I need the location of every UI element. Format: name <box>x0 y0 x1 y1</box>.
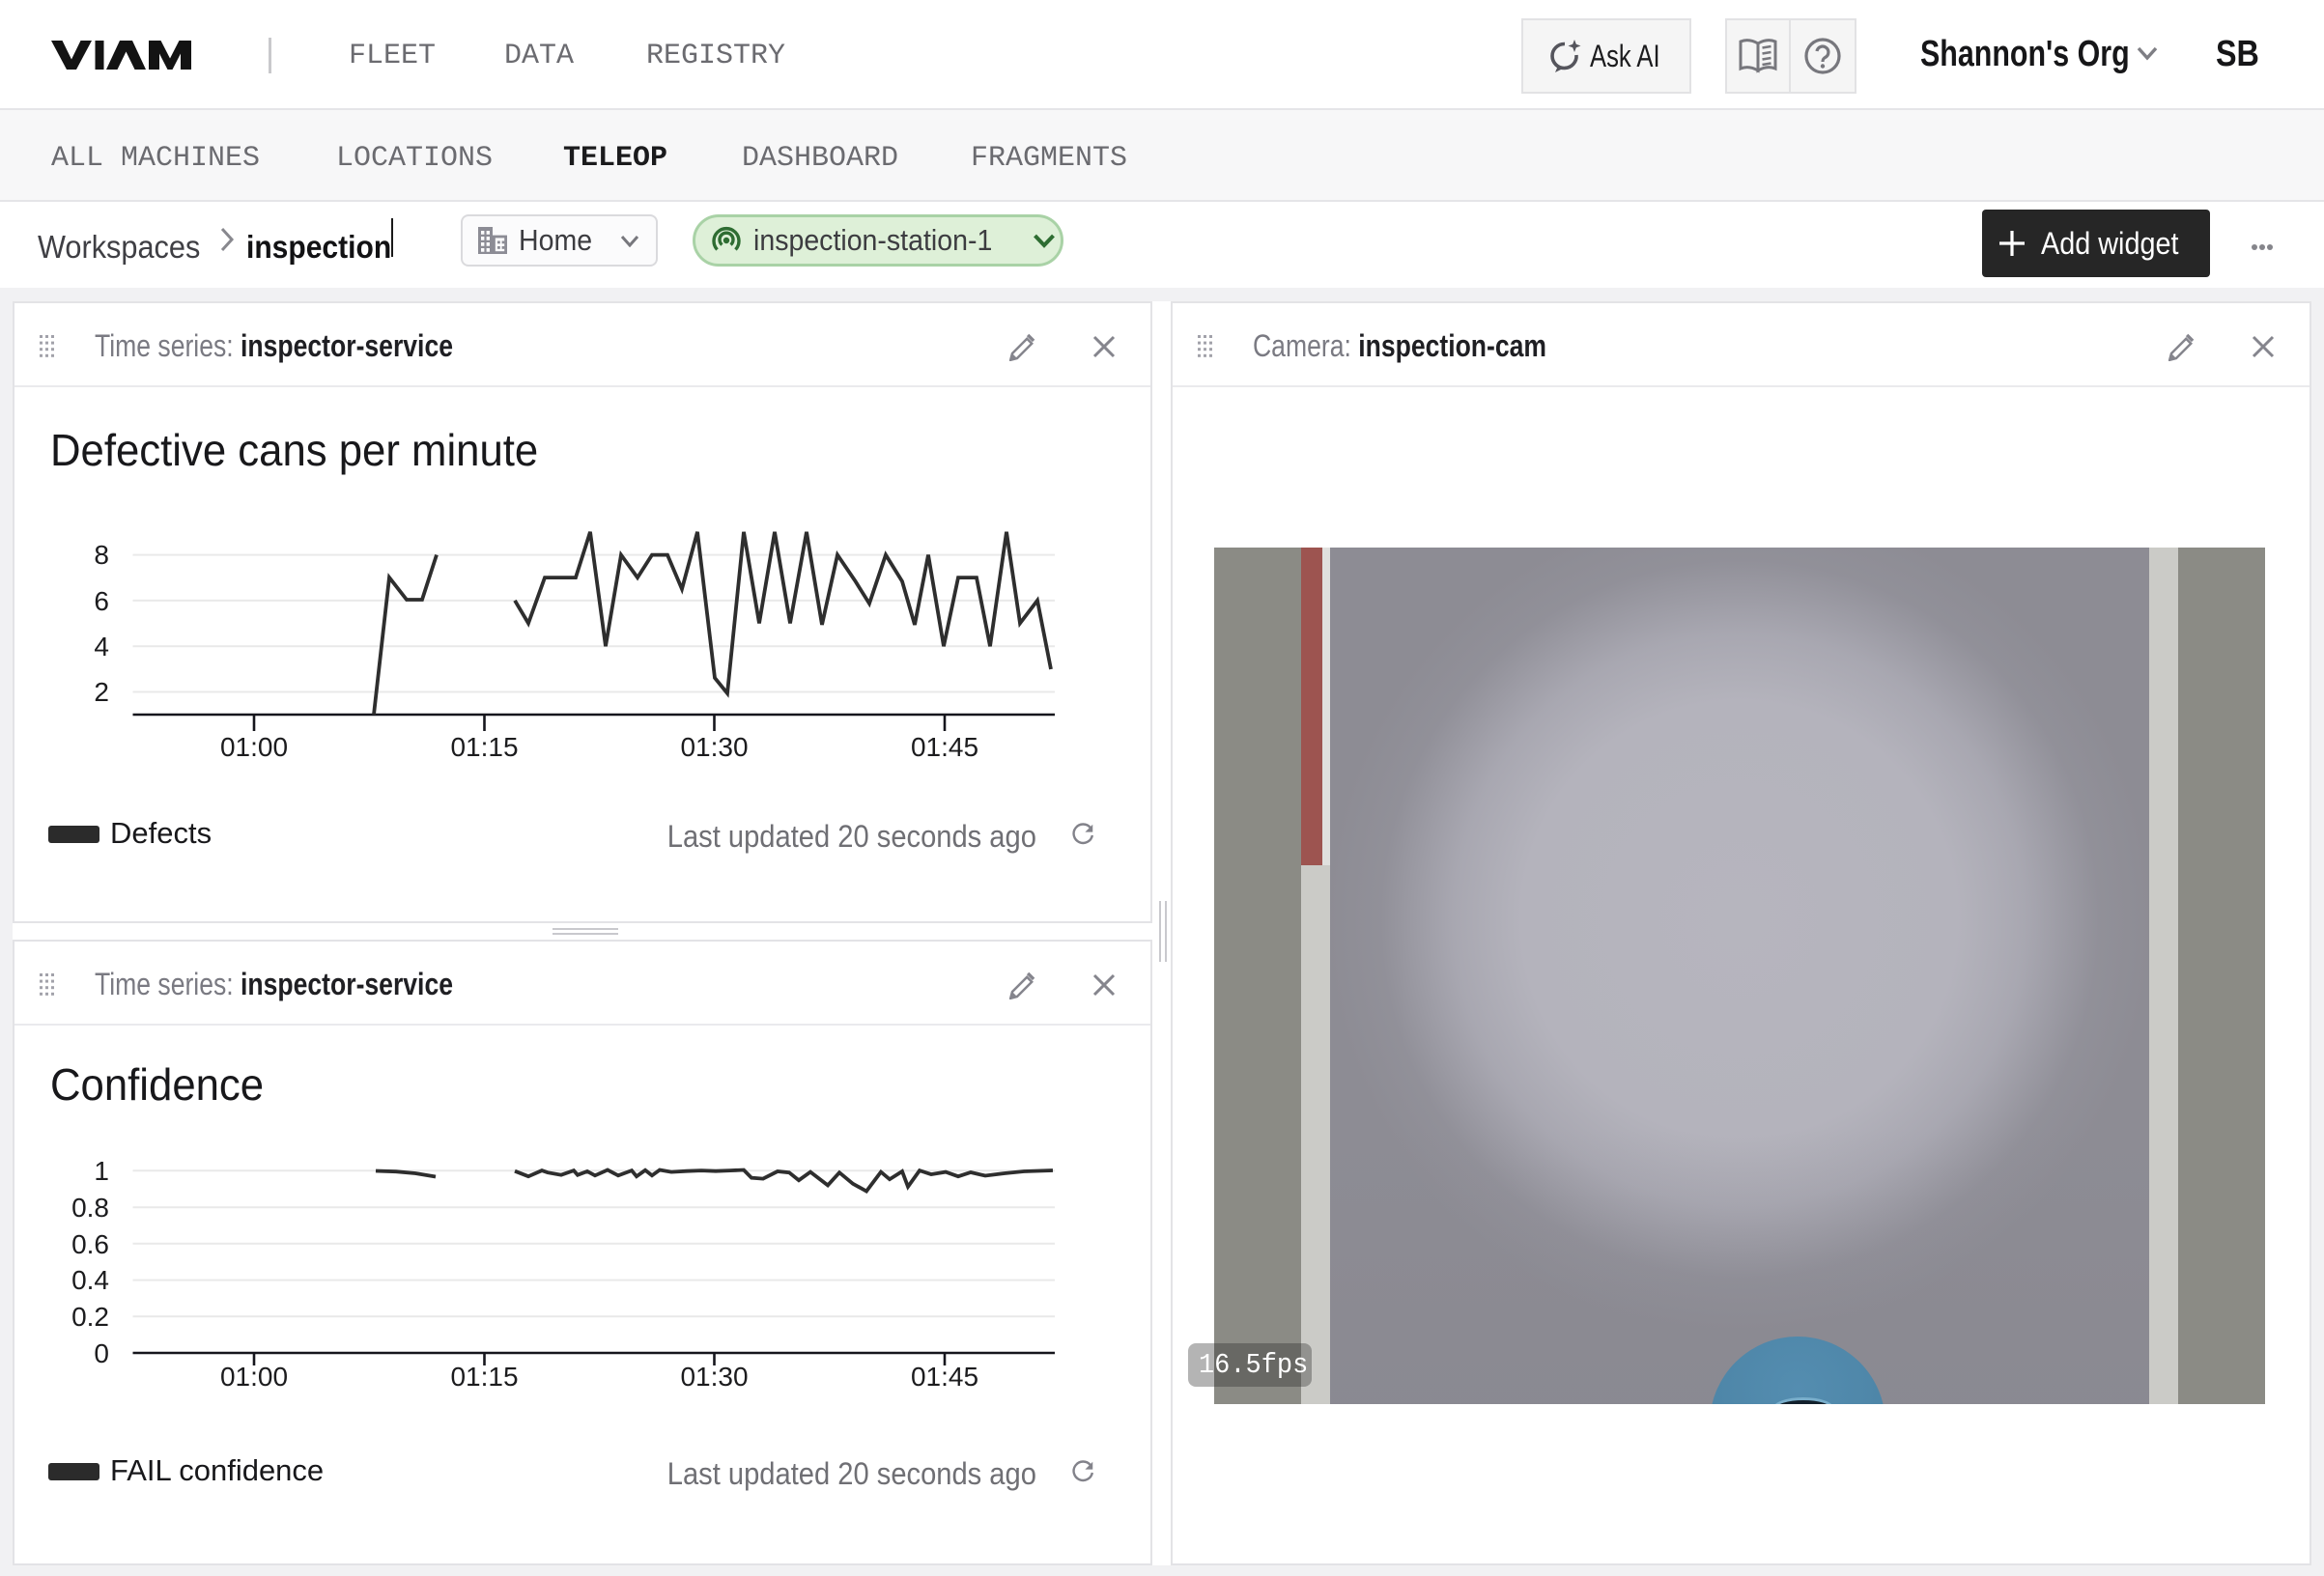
svg-text:0: 0 <box>94 1338 109 1368</box>
svg-text:01:00: 01:00 <box>220 1362 288 1392</box>
svg-text:01:30: 01:30 <box>680 1362 748 1392</box>
svg-text:01:45: 01:45 <box>911 732 978 762</box>
svg-text:4: 4 <box>94 632 109 661</box>
svg-text:01:15: 01:15 <box>450 732 518 762</box>
svg-text:01:00: 01:00 <box>220 732 288 762</box>
svg-text:0.2: 0.2 <box>71 1302 109 1332</box>
svg-text:01:15: 01:15 <box>450 1362 518 1392</box>
svg-text:0.4: 0.4 <box>71 1265 109 1295</box>
svg-text:1: 1 <box>94 1156 109 1186</box>
svg-text:0.6: 0.6 <box>71 1229 109 1259</box>
svg-text:0.8: 0.8 <box>71 1193 109 1223</box>
svg-text:8: 8 <box>94 540 109 570</box>
svg-text:01:30: 01:30 <box>680 732 748 762</box>
svg-text:2: 2 <box>94 677 109 707</box>
svg-text:6: 6 <box>94 586 109 616</box>
svg-text:01:45: 01:45 <box>911 1362 978 1392</box>
